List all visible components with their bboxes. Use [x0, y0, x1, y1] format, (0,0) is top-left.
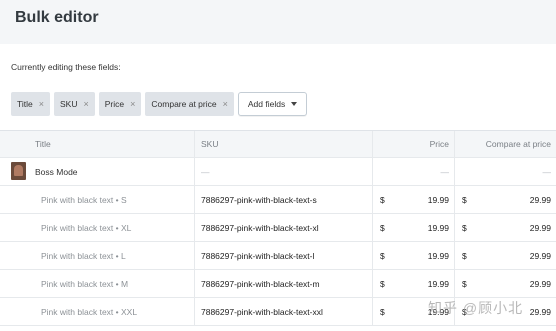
product-compare-cell: — [542, 166, 552, 177]
currency-symbol: $ [462, 222, 467, 233]
column-header-title: Title [0, 131, 195, 157]
sku-input[interactable]: 7886297-pink-with-black-text-xl [195, 214, 373, 241]
currency-symbol: $ [380, 250, 385, 261]
price-value: 19.99 [427, 278, 449, 289]
field-chips: Title × SKU × Price × Compare at price ×… [11, 92, 308, 116]
currency-symbol: $ [380, 278, 385, 289]
compare-value: 29.99 [529, 222, 551, 233]
remove-chip-sku-icon[interactable]: × [84, 99, 89, 109]
chip-title: Title × [11, 92, 51, 116]
variant-title-cell: Pink with black text • XXL [0, 298, 195, 325]
header-bar: Bulk editor [0, 0, 556, 44]
compare-value: 29.99 [529, 306, 551, 317]
sku-input[interactable]: 7886297-pink-with-black-text-xxl [195, 298, 373, 325]
remove-chip-compare-icon[interactable]: × [223, 99, 228, 109]
table-row: Pink with black text • S 7886297-pink-wi… [0, 186, 556, 214]
compare-price-input[interactable]: $29.99 [455, 270, 556, 297]
product-row: Boss Mode — — — [0, 158, 556, 186]
compare-value: 29.99 [529, 250, 551, 261]
chip-label: Price [104, 99, 125, 109]
product-price-cell: — [373, 158, 455, 185]
compare-price-input[interactable]: $29.99 [455, 214, 556, 241]
compare-value: 29.99 [529, 278, 551, 289]
sku-input[interactable]: 7886297-pink-with-black-text-l [195, 242, 373, 269]
chip-label: Title [17, 99, 33, 109]
table-row: Pink with black text • M 7886297-pink-wi… [0, 270, 556, 298]
compare-price-input[interactable]: $29.99 [455, 242, 556, 269]
variant-title-cell: Pink with black text • M [0, 270, 195, 297]
currency-symbol: $ [462, 194, 467, 205]
price-value: 19.99 [427, 194, 449, 205]
price-value: 19.99 [427, 222, 449, 233]
price-input[interactable]: $19.99 [373, 214, 455, 241]
caret-down-icon [291, 102, 298, 106]
compare-price-input[interactable]: $29.99 [455, 186, 556, 213]
product-title-cell[interactable]: Boss Mode [0, 158, 195, 185]
chip-price: Price × [98, 92, 142, 116]
sku-input[interactable]: 7886297-pink-with-black-text-m [195, 270, 373, 297]
column-header-compare: Compare at price [485, 139, 551, 149]
currency-symbol: $ [462, 278, 467, 289]
price-input[interactable]: $19.99 [373, 270, 455, 297]
product-sku-cell: — [195, 158, 373, 185]
price-value: 19.99 [427, 250, 449, 261]
chip-label: Compare at price [151, 99, 217, 109]
add-fields-label: Add fields [247, 99, 286, 109]
header-row: Title SKU Price Compare at price [0, 131, 556, 158]
chip-label: SKU [60, 99, 78, 109]
remove-chip-title-icon[interactable]: × [39, 99, 44, 109]
variant-title-cell: Pink with black text • XL [0, 214, 195, 241]
chip-sku: SKU × [54, 92, 95, 116]
variant-title-cell: Pink with black text • S [0, 186, 195, 213]
currency-symbol: $ [380, 306, 385, 317]
price-input[interactable]: $19.99 [373, 186, 455, 213]
editing-fields-label: Currently editing these fields: [11, 62, 121, 72]
watermark: 知乎 @顾小北 [428, 300, 524, 316]
column-header-price: Price [373, 131, 455, 157]
remove-chip-price-icon[interactable]: × [130, 99, 135, 109]
currency-symbol: $ [462, 250, 467, 261]
page-title: Bulk editor [15, 9, 99, 26]
table-row: Pink with black text • L 7886297-pink-wi… [0, 242, 556, 270]
table-row: Pink with black text • XL 7886297-pink-w… [0, 214, 556, 242]
add-fields-button[interactable]: Add fields [237, 92, 308, 116]
price-input[interactable]: $19.99 [373, 242, 455, 269]
compare-value: 29.99 [529, 194, 551, 205]
column-header-sku: SKU [195, 131, 373, 157]
currency-symbol: $ [380, 194, 385, 205]
sku-input[interactable]: 7886297-pink-with-black-text-s [195, 186, 373, 213]
currency-symbol: $ [380, 222, 385, 233]
chip-compare-at-price: Compare at price × [145, 92, 234, 116]
variant-title-cell: Pink with black text • L [0, 242, 195, 269]
